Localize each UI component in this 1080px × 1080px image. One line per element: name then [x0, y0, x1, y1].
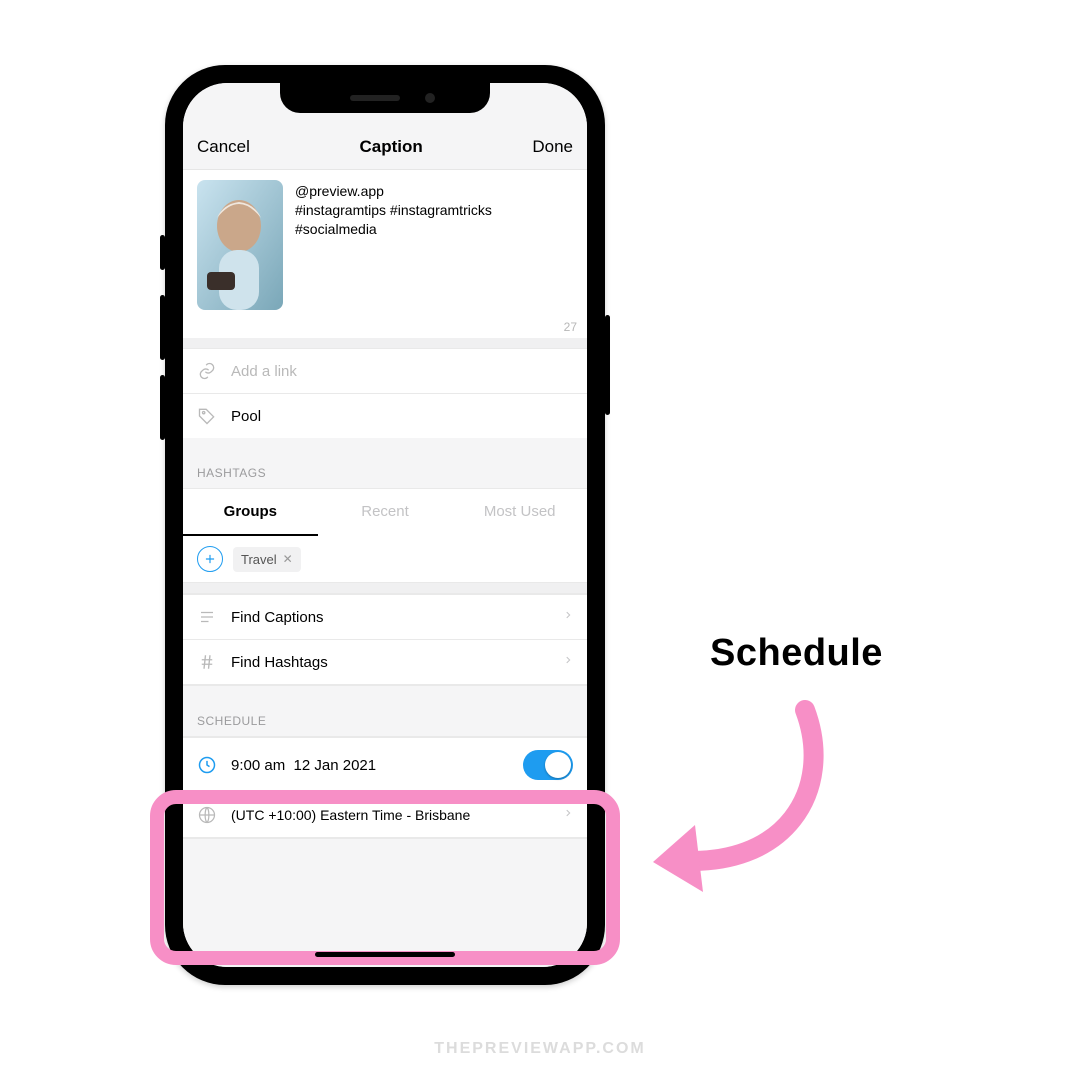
timezone-value: (UTC +10:00) Eastern Time - Brisbane	[231, 807, 549, 823]
globe-icon	[197, 805, 217, 825]
hashtags-header: HASHTAGS	[183, 438, 587, 488]
clock-icon	[197, 755, 217, 775]
caption-text[interactable]: @preview.app #instagramtips #instagramtr…	[295, 180, 492, 310]
watermark: THEPREVIEWAPP.COM	[434, 1040, 646, 1058]
phone-frame: Cancel Caption Done	[165, 65, 605, 985]
schedule-header: SCHEDULE	[183, 686, 587, 736]
remove-chip-icon[interactable]: ✕	[283, 552, 293, 566]
done-button[interactable]: Done	[532, 137, 573, 157]
chevron-right-icon	[563, 608, 573, 626]
notch	[280, 83, 490, 113]
page-title: Caption	[360, 137, 423, 157]
hashtag-group-name: Travel	[241, 552, 277, 567]
annotation-label: Schedule	[710, 632, 883, 675]
volume-down-button	[160, 375, 165, 440]
tag-icon	[197, 406, 217, 426]
hash-icon	[197, 652, 217, 672]
add-link-row[interactable]: Add a link	[183, 348, 587, 393]
schedule-toggle[interactable]	[523, 750, 573, 780]
location-value: Pool	[231, 408, 573, 425]
tab-recent[interactable]: Recent	[318, 489, 453, 536]
tab-most-used[interactable]: Most Used	[452, 489, 587, 536]
post-thumbnail[interactable]	[197, 180, 283, 310]
chevron-right-icon	[563, 806, 573, 824]
hashtag-group-chip[interactable]: Travel ✕	[233, 547, 301, 572]
power-button	[605, 315, 610, 415]
phone-screen: Cancel Caption Done	[183, 83, 587, 967]
tab-groups[interactable]: Groups	[183, 489, 318, 536]
find-hashtags-row[interactable]: Find Hashtags	[183, 639, 587, 685]
chevron-right-icon	[563, 653, 573, 671]
add-hashtag-group-button[interactable]	[197, 546, 223, 572]
schedule-time-row[interactable]: 9:00 am 12 Jan 2021	[183, 737, 587, 792]
silence-switch	[160, 235, 165, 270]
volume-up-button	[160, 295, 165, 360]
find-hashtags-label: Find Hashtags	[231, 654, 549, 671]
hashtag-tabs: Groups Recent Most Used	[183, 488, 587, 536]
schedule-time-value: 9:00 am 12 Jan 2021	[231, 757, 509, 774]
link-icon	[197, 361, 217, 381]
annotation-arrow-icon	[635, 700, 855, 900]
add-link-placeholder: Add a link	[231, 363, 573, 380]
cancel-button[interactable]: Cancel	[197, 137, 250, 157]
hashtag-groups-row: Travel ✕	[183, 536, 587, 583]
char-count: 27	[183, 316, 587, 338]
find-captions-label: Find Captions	[231, 609, 549, 626]
caption-editor[interactable]: @preview.app #instagramtips #instagramtr…	[183, 169, 587, 316]
app-screen: Cancel Caption Done	[183, 83, 587, 967]
home-indicator	[315, 952, 455, 957]
navbar: Cancel Caption Done	[183, 131, 587, 169]
timezone-row[interactable]: (UTC +10:00) Eastern Time - Brisbane	[183, 792, 587, 838]
lines-icon	[197, 607, 217, 627]
find-captions-row[interactable]: Find Captions	[183, 594, 587, 639]
location-row[interactable]: Pool	[183, 393, 587, 438]
